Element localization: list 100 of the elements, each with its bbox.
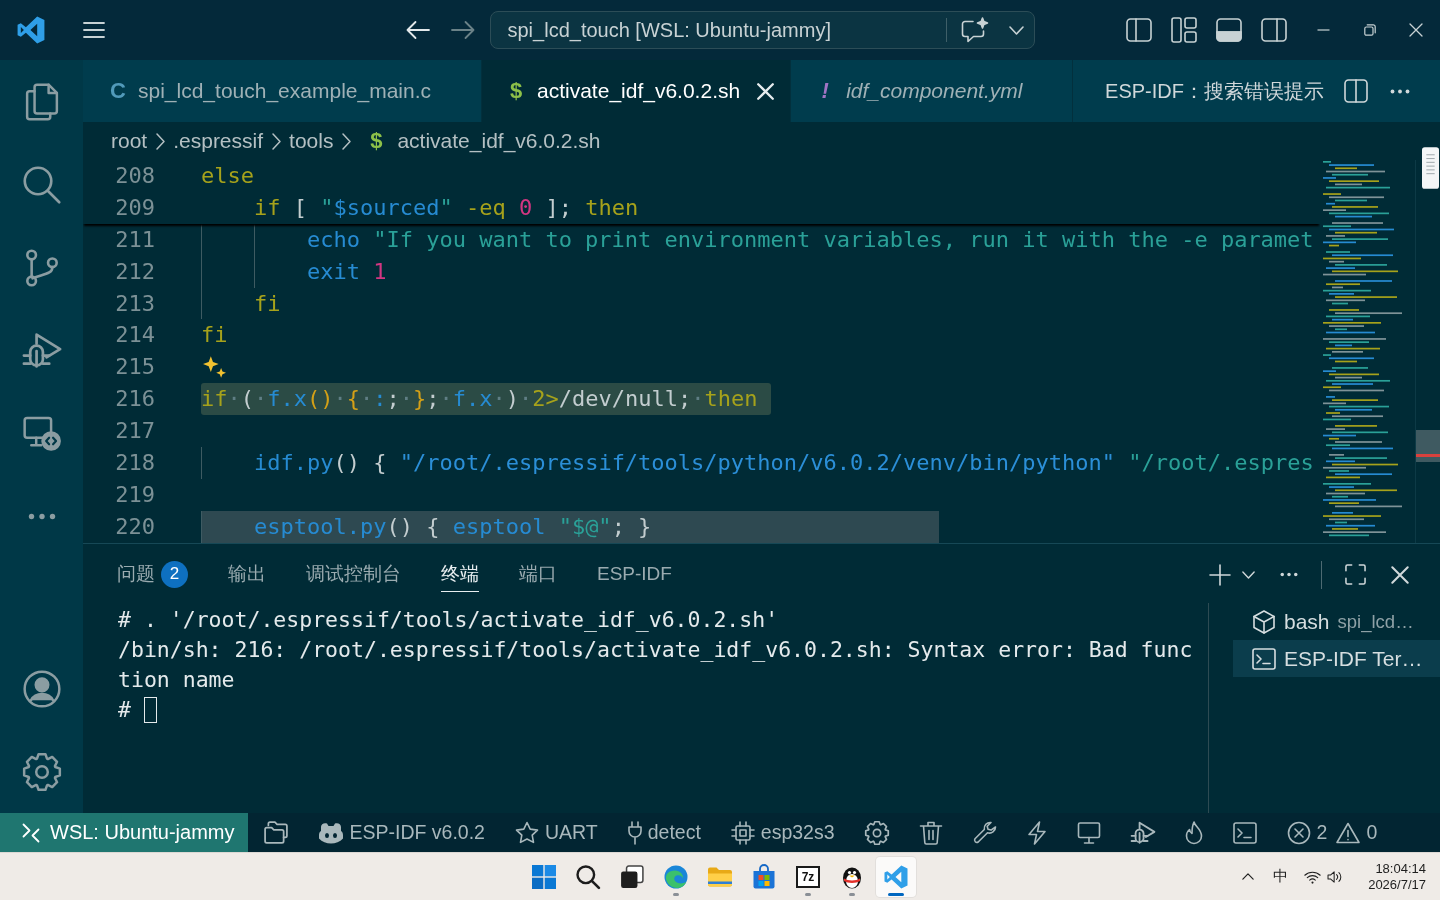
breadcrumb[interactable]: activate_idf_v6.0.2.sh	[397, 129, 601, 153]
panel-tab[interactable]: 终端	[441, 557, 479, 592]
clock-date[interactable]: 2026/7/17	[1368, 876, 1426, 893]
caret-icon[interactable]	[1008, 25, 1024, 35]
chevron-up-icon[interactable]	[1242, 873, 1255, 880]
run-debug-icon[interactable]	[22, 331, 61, 370]
maximize-icon[interactable]	[1345, 564, 1366, 585]
terminal-icon	[1252, 646, 1276, 671]
terminal-prompt: #	[118, 696, 131, 724]
page-icon	[1422, 147, 1439, 189]
breadcrumb[interactable]: root	[111, 129, 148, 153]
star-icon	[514, 820, 539, 845]
chevron-right-icon	[272, 132, 282, 150]
status-bar-item[interactable]: UART	[514, 820, 598, 845]
flame-icon[interactable]	[1184, 820, 1203, 845]
panel-tab[interactable]: 输出	[228, 557, 266, 592]
error-icon	[1286, 820, 1311, 845]
caret-icon[interactable]	[1242, 570, 1255, 579]
close-icon[interactable]	[1409, 23, 1423, 37]
problems-status[interactable]: 2 0	[1286, 820, 1378, 845]
code-line: exit 1	[201, 255, 387, 288]
panel-tab[interactable]: 调试控制台	[306, 557, 401, 592]
app-logo-icon	[17, 16, 45, 44]
search-icon	[576, 864, 600, 889]
clock-time[interactable]: 18:04:14	[1375, 860, 1426, 877]
wrench-icon[interactable]	[972, 820, 997, 845]
shopping-bag-icon	[752, 864, 776, 889]
split-editor-icon[interactable]	[1344, 79, 1368, 103]
remote-icon	[22, 822, 40, 843]
run-debug-icon[interactable]	[1130, 820, 1155, 845]
remote-monitor-icon[interactable]	[22, 414, 61, 453]
search-icon[interactable]	[22, 165, 61, 204]
settings-icon[interactable]	[864, 820, 889, 845]
input-method-indicator[interactable]: 中	[1273, 867, 1289, 886]
account-icon[interactable]	[22, 669, 61, 708]
code-line: if [ "$sourced" -eq 0 ]; then	[252, 193, 639, 222]
close-icon[interactable]	[1391, 565, 1409, 584]
left-pane-icon[interactable]	[1126, 18, 1152, 42]
app-tile: 7z	[796, 865, 820, 888]
code-line: fi	[201, 321, 228, 350]
task-view-icon	[620, 864, 644, 889]
restore-icon[interactable]	[1364, 24, 1376, 36]
breadcrumb[interactable]: tools	[289, 129, 334, 153]
file-type-icon: !	[818, 78, 833, 104]
line-number: 208	[114, 162, 155, 190]
bottom-pane-icon[interactable]	[1216, 18, 1242, 42]
breadcrumb[interactable]: .espressif	[173, 129, 264, 153]
speaker-icon[interactable]	[1327, 869, 1343, 884]
remote-indicator[interactable]: WSL: Ubuntu-jammy	[0, 813, 248, 852]
chat-sparkle-icon[interactable]	[960, 17, 989, 43]
line-number: 211	[114, 225, 155, 254]
sparkle-icon[interactable]	[203, 356, 226, 379]
editor-tab[interactable]: $ activate_idf_v6.0.2.sh	[482, 60, 792, 122]
close-icon[interactable]	[757, 82, 775, 100]
code-line: else	[201, 162, 254, 190]
line-number: 220	[114, 512, 155, 541]
file-type-icon: $	[509, 78, 523, 104]
line-number: 215	[114, 353, 155, 382]
terminal-tab[interactable]: ESP-IDF Ter…	[1233, 640, 1440, 677]
right-pane-icon[interactable]	[1261, 18, 1287, 42]
file-type-icon: $	[369, 128, 384, 154]
panel-tab[interactable]: ESP-IDF	[597, 557, 672, 592]
taskbar-button[interactable]: 7z	[788, 856, 828, 897]
terminal-line: /bin/sh: 216: /root/.espressif/tools/activate_idf_v6.0.2.sh: Syntax error: Bad func	[118, 636, 1193, 664]
line-number: 212	[114, 257, 155, 286]
trash-icon[interactable]	[918, 820, 943, 845]
plug-icon	[627, 820, 642, 845]
status-bar-item[interactable]: esp32s3	[730, 820, 835, 845]
grid-layout-icon[interactable]	[1171, 17, 1197, 43]
chevron-right-icon	[342, 132, 352, 150]
folders-icon[interactable]	[263, 821, 288, 844]
line-number: 219	[114, 480, 155, 509]
scrollbar-thumb[interactable]	[1416, 430, 1440, 462]
menu-icon[interactable]	[83, 22, 105, 38]
wifi-icon[interactable]	[1304, 869, 1322, 884]
terminal-tab[interactable]: bash spi_lcd…	[1233, 603, 1440, 640]
command-center[interactable]: spi_lcd_touch [WSL: Ubuntu-jammy]	[489, 11, 1035, 49]
settings-icon[interactable]	[22, 752, 61, 791]
terminal-icon[interactable]	[1232, 821, 1257, 844]
status-bar-item[interactable]: ESP-IDF v6.0.2	[317, 821, 485, 844]
lightning-icon[interactable]	[1026, 820, 1047, 845]
line-number: 217	[114, 417, 155, 446]
plus-icon[interactable]	[1209, 563, 1231, 586]
line-number: 209	[114, 193, 155, 222]
cube-icon	[1252, 609, 1276, 634]
more-icon[interactable]	[27, 513, 56, 520]
monitor-icon[interactable]	[1076, 820, 1101, 845]
status-bar-item[interactable]: detect	[627, 820, 701, 845]
line-number: 218	[114, 449, 155, 477]
more-icon[interactable]	[1280, 572, 1298, 577]
panel-tab[interactable]: 问题 2	[117, 557, 188, 592]
terminal-line: # . '/root/.espressif/tools/activate_idf_v6.0.2.sh'	[118, 606, 779, 634]
panel-tab[interactable]: 端口	[519, 557, 557, 592]
chevron-right-icon	[156, 132, 166, 150]
error-hint-search-button[interactable]: ESP-IDF：搜索错误提示	[1105, 77, 1324, 105]
line-number: 216	[114, 385, 155, 414]
more-icon[interactable]	[1390, 88, 1410, 94]
warning-icon	[1336, 821, 1361, 844]
robot-icon	[317, 821, 344, 844]
back-arrow-icon[interactable]	[405, 20, 430, 40]
